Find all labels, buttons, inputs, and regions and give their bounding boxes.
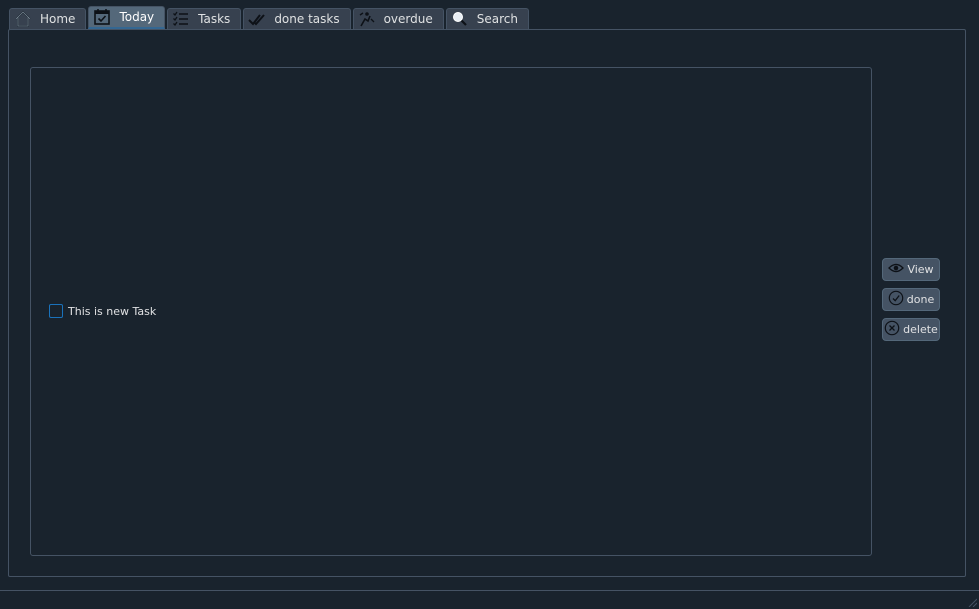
tab-label: Search [476, 12, 518, 26]
close-circle-icon [884, 320, 900, 339]
calendar-check-icon [93, 8, 111, 26]
magnifier-icon [451, 10, 469, 28]
home-icon [14, 10, 32, 28]
delete-label: delete [903, 323, 938, 336]
status-bar [0, 590, 979, 609]
delete-button[interactable]: delete [882, 318, 940, 341]
task-actions: View done delete [882, 258, 940, 341]
view-label: View [907, 263, 934, 276]
resize-grip-icon[interactable] [967, 597, 977, 607]
tab-label: overdue [383, 12, 433, 26]
overdue-icon [358, 10, 376, 28]
eye-icon [888, 260, 905, 279]
done-label: done [906, 293, 935, 306]
tab-today[interactable]: Today [88, 6, 166, 29]
done-button[interactable]: done [882, 288, 940, 311]
tab-label: Tasks [198, 12, 231, 26]
tab-home[interactable]: Home [9, 8, 87, 29]
tab-done-tasks[interactable]: done tasks [243, 8, 351, 29]
check-circle-icon [888, 290, 904, 309]
tab-overdue[interactable]: overdue [352, 8, 444, 29]
tab-label: Today [119, 10, 155, 24]
task-checkbox[interactable] [49, 304, 63, 318]
tab-label: Home [40, 12, 76, 26]
view-button[interactable]: View [882, 258, 940, 281]
checklist-icon [172, 10, 190, 28]
tab-label: done tasks [274, 12, 340, 26]
tab-bar: Home Today Tasks done tasks overdue Sear… [9, 6, 529, 29]
tab-tasks[interactable]: Tasks [167, 8, 242, 29]
list-item[interactable]: This is new Task [49, 304, 156, 318]
task-list[interactable]: This is new Task [30, 67, 872, 556]
tab-search[interactable]: Search [445, 8, 529, 29]
task-label: This is new Task [68, 304, 157, 318]
double-check-icon [248, 10, 266, 28]
